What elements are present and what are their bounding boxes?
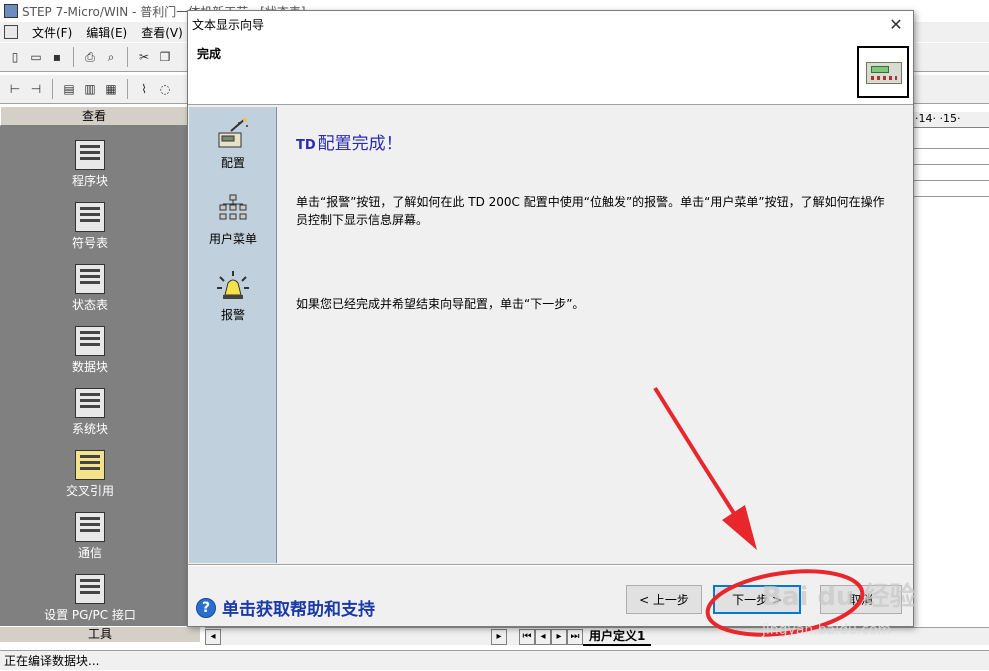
nav-item-cross-reference[interactable]: 交叉引用 [40,450,140,499]
nav-item-label: 设置 PG/PC 接口 [44,608,136,622]
help-question-icon: ? [196,597,216,618]
cut-icon[interactable]: ✂ [135,48,153,66]
help-link-label: 单击获取帮助和支持 [222,600,375,620]
dialog-divider [188,564,913,566]
coil-icon[interactable]: ◌ [156,80,174,98]
nav-item-data-block[interactable]: 数据块 [40,326,140,375]
toolbar-separator [52,79,53,99]
nav-item-label: 符号表 [71,236,108,250]
view-fbd-icon[interactable]: ▦ [102,80,120,98]
grid-line [913,164,989,165]
nav-item-system-block[interactable]: 系统块 [40,388,140,437]
toolbar-separator [73,47,74,67]
td-prefix: TD [296,138,316,153]
open-folder-icon[interactable]: ▭ [27,48,45,66]
text-display-wizard-dialog: 文本显示向导 ✕ 完成 配置 用户菜单 报警 TD 配置完成！ 单击“报警”按钮… [187,10,914,627]
menu-edit[interactable]: 编辑(E) [86,24,127,41]
grid-line [913,196,989,197]
wizard-sidebar: 配置 用户菜单 报警 [189,107,277,563]
nav-item-status-table[interactable]: 状态表 [40,264,140,313]
program-block-icon [75,140,105,170]
finish-paragraph: 如果您已经完成并希望结束向导配置，单击“下一步”。 [296,297,585,311]
grid-line [913,148,989,149]
tab-last-icon[interactable]: ⏭ [567,628,583,645]
print-preview-icon[interactable]: ⌕ [102,48,120,66]
pg-pc-interface-icon [75,574,105,604]
grid-line [913,180,989,181]
configure-wand-icon [218,118,248,148]
insert-network-icon[interactable]: ⊢ [6,80,24,98]
view-ladder-icon[interactable]: ▤ [60,80,78,98]
nav-item-program-block[interactable]: 程序块 [40,140,140,189]
sheet-tab-user-defined[interactable]: 用户定义1 [583,627,652,646]
cross-reference-icon [75,450,105,480]
symbol-table-icon [75,202,105,232]
sidebar-item-label: 报警 [220,308,245,322]
nav-item-communication[interactable]: 通信 [40,512,140,561]
td-device-image [857,46,909,98]
status-table-icon [75,264,105,294]
nav-item-label: 程序块 [71,174,108,188]
menu-file[interactable]: 文件(F) [32,24,72,41]
step-title: 完成 [197,47,222,61]
sidebar-item-alarm[interactable]: 报警 [189,269,277,323]
previous-button[interactable]: < 上一步 [626,585,702,614]
toolbar-separator [127,79,128,99]
data-block-icon [75,326,105,356]
communication-icon [75,512,105,542]
toolbar-separator [127,47,128,67]
completion-title-text: 配置完成！ [317,134,403,154]
close-icon[interactable]: ✕ [885,13,907,35]
td-200-device-icon [866,62,902,84]
instruction-paragraph: 单击“报警”按钮，了解如何在此 TD 200C 配置中使用“位触发”的报警。单击… [296,195,885,227]
nav-header[interactable]: 查看 [0,106,188,126]
navigation-bar: 查看 程序块 符号表 状态表 数据块 系统块 交叉引用 通信 设置 PG/PC … [0,106,200,642]
menu-tree-icon [219,194,247,220]
status-table-editor: ·14· ·15· [912,106,989,626]
dialog-header: 完成 [188,37,913,105]
nav-item-label: 通信 [77,546,102,560]
menu-view[interactable]: 查看(V) [141,24,183,41]
app-icon [4,4,18,18]
help-support-link[interactable]: ? 单击获取帮助和支持 [196,595,375,620]
save-icon[interactable]: ▪ [48,48,66,66]
completion-title: TD 配置完成！ [296,129,403,154]
dialog-title: 文本显示向导 [192,17,265,32]
contact-icon[interactable]: ⌇ [135,80,153,98]
new-file-icon[interactable]: ▯ [6,48,24,66]
nav-item-label: 状态表 [71,298,108,312]
scroll-left-icon[interactable]: ◂ [205,628,221,645]
nav-item-label: 数据块 [71,360,108,374]
system-block-icon [75,388,105,418]
sidebar-item-label: 配置 [220,156,245,170]
tab-next-icon[interactable]: ▸ [551,628,567,645]
nav-item-symbol-table[interactable]: 符号表 [40,202,140,251]
column-ruler: ·14· ·15· [913,112,989,128]
baidu-watermark-url: jingyan.baidu.com [762,622,892,638]
nav-footer-tools[interactable]: 工具 [0,626,200,642]
copy-icon[interactable]: ❐ [156,48,174,66]
nav-item-label: 交叉引用 [65,484,114,498]
view-stl-icon[interactable]: ▥ [81,80,99,98]
sidebar-item-configure[interactable]: 配置 [189,117,277,171]
document-icon[interactable] [4,25,18,39]
print-icon[interactable]: ⎙ [81,48,99,66]
baidu-watermark: Bai du 经验 [762,582,916,612]
sidebar-item-user-menu[interactable]: 用户菜单 [189,193,277,247]
status-bar: 正在编译数据块... [0,650,989,670]
tab-prev-icon[interactable]: ◂ [535,628,551,645]
wizard-content: TD 配置完成！ 单击“报警”按钮，了解如何在此 TD 200C 配置中使用“位触… [278,107,913,563]
scroll-right-icon[interactable]: ▸ [491,628,507,645]
nav-item-label: 系统块 [71,422,108,436]
dialog-titlebar: 文本显示向导 ✕ [188,11,913,37]
nav-item-pg-pc-interface[interactable]: 设置 PG/PC 接口 [40,574,140,623]
alarm-light-icon [217,271,249,299]
delete-network-icon[interactable]: ⊣ [27,80,45,98]
tab-first-icon[interactable]: ⏮ [519,628,535,645]
sidebar-item-label: 用户菜单 [208,232,257,246]
